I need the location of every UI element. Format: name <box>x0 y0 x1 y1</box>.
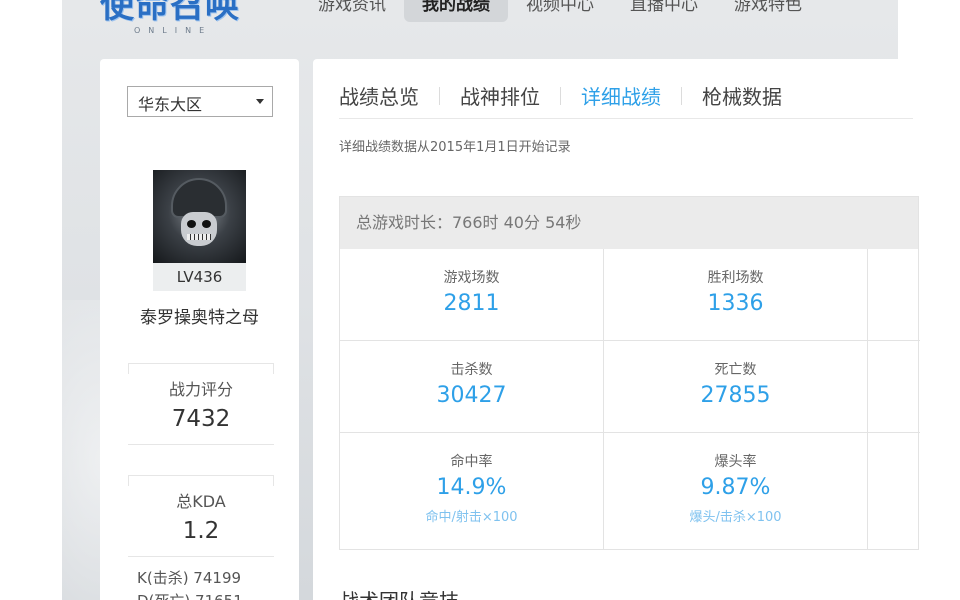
nav-item-news[interactable]: 游戏资讯 <box>300 0 404 22</box>
chevron-down-icon <box>256 99 264 104</box>
deaths-total: D(死亡) 71651 <box>137 590 243 600</box>
stat-cell-kills: 击杀数 30427 <box>340 341 604 433</box>
stat-cell-cropped <box>868 249 920 341</box>
tab-overview[interactable]: 战绩总览 <box>339 81 419 110</box>
stats-grid: 游戏场数 2811 胜利场数 1336 击杀数 30427 死亡数 27855 … <box>340 249 920 549</box>
record-note: 详细战绩数据从2015年1月1日开始记录 <box>339 140 571 155</box>
game-logo[interactable]: 使命召唤 <box>100 0 240 26</box>
top-navigation: 游戏资讯 我的战绩 视频中心 直播中心 游戏特色 <box>300 0 820 22</box>
stat-formula: 爆头/击杀×100 <box>689 510 782 525</box>
avatar-eye <box>187 220 196 228</box>
tab-divider <box>681 86 682 105</box>
power-score-value: 7432 <box>171 406 231 432</box>
nav-item-my-stats[interactable]: 我的战绩 <box>404 0 508 22</box>
kda-box: 总KDA 1.2 <box>128 475 274 557</box>
stat-cell-wins: 胜利场数 1336 <box>604 249 868 341</box>
game-logo-subtext: ONLINE <box>134 26 213 35</box>
tab-divider <box>560 86 561 105</box>
player-sidebar: 华东大区 LV436 泰罗操奥特之母 战力评分 7432 总KDA 1.2 K(… <box>100 59 299 600</box>
power-score-box: 战力评分 7432 <box>128 363 274 445</box>
stat-cell-games-played: 游戏场数 2811 <box>340 249 604 341</box>
stat-value: 30427 <box>436 383 507 408</box>
stat-cell-cropped <box>868 433 920 549</box>
stat-value: 9.87% <box>700 475 771 500</box>
stat-value: 14.9% <box>436 475 507 500</box>
power-score-label: 战力评分 <box>168 380 233 399</box>
player-level: LV436 <box>153 263 246 291</box>
region-select-value: 华东大区 <box>138 95 203 114</box>
kills-total: K(击杀) 74199 <box>137 569 242 587</box>
stat-label: 死亡数 <box>714 362 757 378</box>
stat-label: 命中率 <box>450 454 493 470</box>
stat-cell-deaths: 死亡数 27855 <box>604 341 868 433</box>
tab-detailed-stats[interactable]: 详细战绩 <box>581 81 661 110</box>
stat-cell-cropped <box>868 341 920 433</box>
nav-item-game-features[interactable]: 游戏特色 <box>716 0 820 22</box>
avatar-eye <box>202 220 211 228</box>
kda-value: 1.2 <box>182 518 220 544</box>
tabs-underline <box>339 118 913 119</box>
detailed-stats-panel: 总游戏时长：766时 40分 54秒 游戏场数 2811 胜利场数 1336 击… <box>339 196 920 550</box>
stat-label: 胜利场数 <box>707 270 764 286</box>
section-title-team-deathmatch: 战术团队竞技 <box>339 585 459 600</box>
stat-label: 爆头率 <box>714 454 757 470</box>
tab-divider <box>439 86 440 105</box>
region-select[interactable]: 华东大区 <box>127 86 273 117</box>
stat-value: 27855 <box>700 383 771 408</box>
avatar <box>153 170 246 263</box>
stat-label: 击杀数 <box>450 362 493 378</box>
stat-formula: 命中/射击×100 <box>425 510 518 525</box>
stat-cell-accuracy: 命中率 14.9% 命中/射击×100 <box>340 433 604 549</box>
stats-tabs: 战绩总览 战神排位 详细战绩 枪械数据 <box>339 81 782 110</box>
avatar-teeth <box>187 234 211 240</box>
stats-main-panel: 战绩总览 战神排位 详细战绩 枪械数据 详细战绩数据从2015年1月1日开始记录… <box>313 59 920 600</box>
nav-item-video-center[interactable]: 视频中心 <box>508 0 612 22</box>
stat-cell-headshot-rate: 爆头率 9.87% 爆头/击杀×100 <box>604 433 868 549</box>
tab-ranking[interactable]: 战神排位 <box>460 81 540 110</box>
player-name: 泰罗操奥特之母 <box>140 308 259 328</box>
stat-label: 游戏场数 <box>443 270 500 286</box>
nav-item-live-center[interactable]: 直播中心 <box>612 0 716 22</box>
stat-value: 1336 <box>707 291 764 316</box>
tab-weapon-data[interactable]: 枪械数据 <box>702 81 782 110</box>
avatar-skull-mask <box>181 212 217 246</box>
stat-value: 2811 <box>443 291 500 316</box>
kda-label: 总KDA <box>176 492 226 511</box>
total-play-time: 总游戏时长：766时 40分 54秒 <box>340 197 918 249</box>
